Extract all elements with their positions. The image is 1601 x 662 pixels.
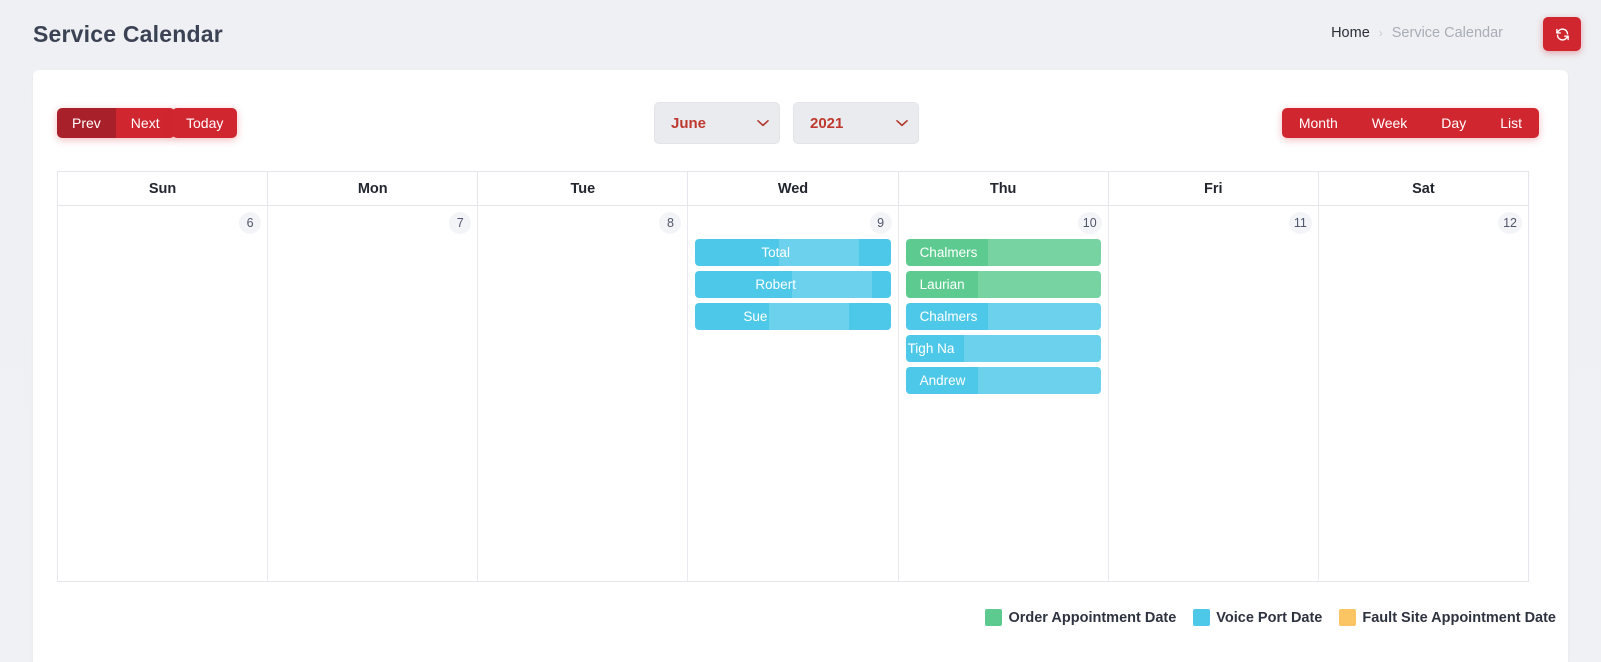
top-bar: Service Calendar Home › Service Calendar xyxy=(0,0,1601,70)
weekday-header-fri: Fri xyxy=(1109,172,1319,205)
period-selectors: JanuaryFebruaryMarchAprilMayJuneJulyAugu… xyxy=(654,102,919,144)
legend-label: Voice Port Date xyxy=(1216,609,1323,626)
calendar-legend: Order Appointment Date Voice Port Date Fau… xyxy=(976,609,1556,626)
calendar-event[interactable]: Chalmers xyxy=(905,239,1101,266)
event-title: Andrew xyxy=(919,373,966,388)
refresh-button[interactable] xyxy=(1543,17,1581,51)
day-number[interactable]: 10 xyxy=(1077,212,1102,234)
event-span-highlight xyxy=(987,303,1101,330)
legend-label: Fault Site Appointment Date xyxy=(1362,609,1556,626)
day-cell-6[interactable]: 6 xyxy=(58,206,269,582)
event-title: Tigh Na xyxy=(907,341,955,356)
calendar-event[interactable]: Robert xyxy=(695,271,891,298)
chevron-right-icon: › xyxy=(1378,26,1383,40)
event-span-highlight xyxy=(769,303,850,330)
event-title: Chalmers xyxy=(919,309,978,324)
legend-swatch xyxy=(1193,609,1211,626)
event-span-highlight xyxy=(987,239,1101,266)
calendar-card: Prev Next Today JanuaryFebruaryMarchApri… xyxy=(33,70,1568,662)
calendar-grid: Sun Mon Tue Wed Thu Fri Sat 6 7 8 9 Total Robert Sue… xyxy=(57,171,1529,582)
event-title: Sue xyxy=(743,309,768,324)
day-cell-7[interactable]: 7 xyxy=(268,206,479,582)
view-button-month[interactable]: Month xyxy=(1281,108,1355,138)
year-select[interactable]: 20192020202120222023 xyxy=(793,102,919,144)
calendar-toolbar: Prev Next Today JanuaryFebruaryMarchApri… xyxy=(33,70,1568,160)
view-button-list[interactable]: List xyxy=(1483,108,1539,138)
event-title: Robert xyxy=(755,277,796,292)
day-number[interactable]: 8 xyxy=(659,212,682,234)
weekday-header-tue: Tue xyxy=(478,172,689,205)
next-button[interactable]: Next xyxy=(115,108,175,138)
view-button-week[interactable]: Week xyxy=(1354,108,1425,138)
year-select-wrap: 20192020202120222023 xyxy=(793,102,919,144)
refresh-icon xyxy=(1555,27,1570,42)
weekday-header-sun: Sun xyxy=(58,172,269,205)
event-span-highlight xyxy=(977,367,1101,394)
day-cell-8[interactable]: 8 xyxy=(478,206,689,582)
calendar-event[interactable]: Tigh Na xyxy=(905,335,1101,362)
day-cell-11[interactable]: 11 xyxy=(1108,206,1319,582)
day-events: Chalmers Laurian Chalmers Tigh Na Andrew xyxy=(905,239,1101,399)
event-title: Total xyxy=(761,245,790,260)
weekday-header-thu: Thu xyxy=(899,172,1109,205)
calendar-event[interactable]: Total xyxy=(695,239,891,266)
month-select[interactable]: JanuaryFebruaryMarchAprilMayJuneJulyAugu… xyxy=(654,102,780,144)
day-number[interactable]: 12 xyxy=(1498,212,1522,234)
calendar-event[interactable]: Laurian xyxy=(905,271,1101,298)
day-number[interactable]: 7 xyxy=(449,212,472,234)
event-span-highlight xyxy=(792,271,873,298)
legend-item: Order Appointment Date xyxy=(985,609,1176,626)
calendar-event[interactable]: Sue xyxy=(695,303,891,330)
legend-swatch xyxy=(1339,609,1357,626)
view-button-day[interactable]: Day xyxy=(1424,108,1484,138)
view-button-group: Month Week Day List xyxy=(1281,108,1539,138)
legend-swatch xyxy=(985,609,1003,626)
today-button-group: Today xyxy=(172,108,238,138)
day-number[interactable]: 11 xyxy=(1288,212,1312,234)
breadcrumb: Home › Service Calendar xyxy=(1331,25,1503,41)
day-cell-10[interactable]: 10 Chalmers Laurian Chalmers Tigh Na Andrew xyxy=(898,206,1109,582)
event-span-highlight xyxy=(963,335,1101,362)
today-button[interactable]: Today xyxy=(172,108,238,138)
breadcrumb-home-link[interactable]: Home xyxy=(1331,25,1370,41)
prev-next-button-group: Prev Next xyxy=(57,108,175,138)
day-cell-9[interactable]: 9 Total Robert Sue xyxy=(688,206,899,582)
event-span-highlight xyxy=(977,271,1101,298)
legend-item: Voice Port Date xyxy=(1193,609,1322,626)
month-select-wrap: JanuaryFebruaryMarchAprilMayJuneJulyAugu… xyxy=(654,102,780,144)
event-title: Chalmers xyxy=(919,245,978,260)
event-span-highlight xyxy=(779,239,860,266)
page-title: Service Calendar xyxy=(33,21,223,47)
day-number[interactable]: 9 xyxy=(869,212,892,234)
calendar-weekday-header-row: Sun Mon Tue Wed Thu Fri Sat xyxy=(58,172,1528,206)
calendar-day-row: 6 7 8 9 Total Robert Sue 10 Chalmers Laurian Chalm… xyxy=(58,206,1528,582)
legend-label: Order Appointment Date xyxy=(1008,609,1177,626)
day-events: Total Robert Sue xyxy=(695,239,891,335)
weekday-header-wed: Wed xyxy=(688,172,899,205)
breadcrumb-current: Service Calendar xyxy=(1391,25,1503,41)
calendar-event[interactable]: Chalmers xyxy=(905,303,1101,330)
day-cell-12[interactable]: 12 xyxy=(1318,206,1528,582)
calendar-event[interactable]: Andrew xyxy=(905,367,1101,394)
prev-button[interactable]: Prev xyxy=(57,108,116,138)
legend-item: Fault Site Appointment Date xyxy=(1339,609,1556,626)
day-number[interactable]: 6 xyxy=(239,212,262,234)
weekday-header-sat: Sat xyxy=(1412,180,1435,197)
app-root: Service Calendar Home › Service Calendar… xyxy=(0,0,1601,662)
event-title: Laurian xyxy=(919,277,965,292)
weekday-header-mon: Mon xyxy=(268,172,479,205)
